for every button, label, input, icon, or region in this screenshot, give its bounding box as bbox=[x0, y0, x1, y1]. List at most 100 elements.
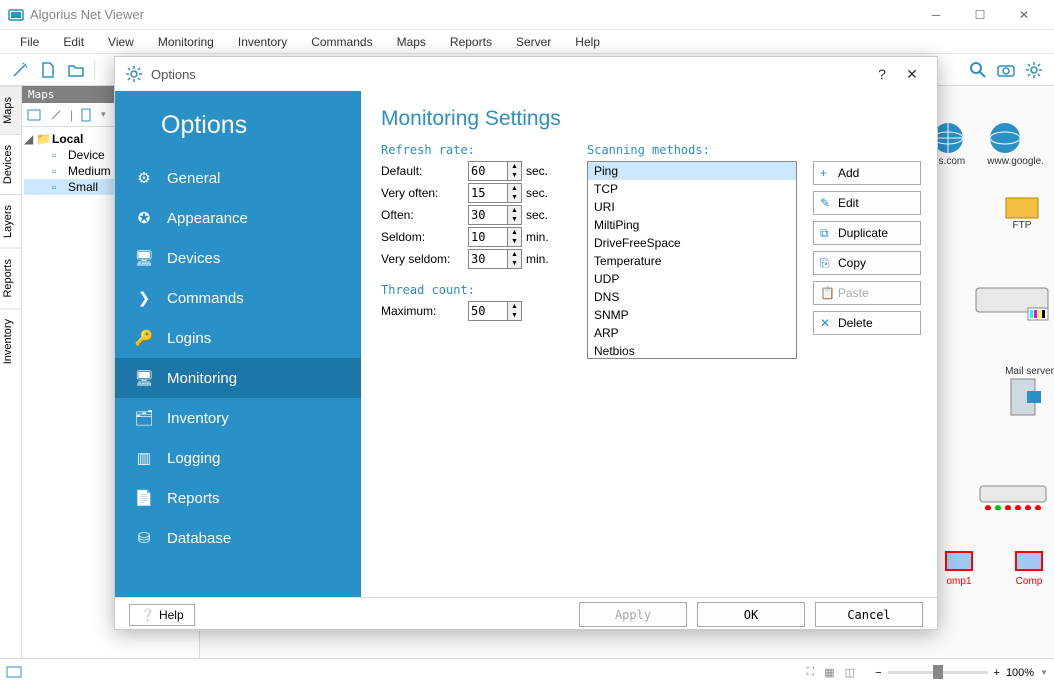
dialog-close-button[interactable]: ✕ bbox=[897, 66, 927, 83]
separator bbox=[94, 60, 95, 80]
list-item[interactable]: Ping bbox=[588, 162, 796, 180]
list-item[interactable]: URI bbox=[588, 198, 796, 216]
gear-icon bbox=[125, 65, 143, 83]
list-item[interactable]: DNS bbox=[588, 288, 796, 306]
list-item[interactable]: UDP bbox=[588, 270, 796, 288]
list-item[interactable]: SNMP bbox=[588, 306, 796, 324]
link-icon[interactable] bbox=[48, 107, 64, 123]
spin-down-icon[interactable]: ▼ bbox=[508, 311, 521, 320]
list-item[interactable]: TCP bbox=[588, 180, 796, 198]
spinner-input[interactable] bbox=[469, 228, 507, 246]
side-tab-reports[interactable]: Reports bbox=[0, 248, 21, 308]
edit-button[interactable]: ✎Edit bbox=[813, 191, 921, 215]
paste-button[interactable]: 📋Paste bbox=[813, 281, 921, 305]
list-item[interactable]: DriveFreeSpace bbox=[588, 234, 796, 252]
gear-icon[interactable] bbox=[1020, 56, 1048, 84]
menu-maps[interactable]: Maps bbox=[385, 33, 438, 51]
list-item[interactable]: ARP bbox=[588, 324, 796, 342]
menu-view[interactable]: View bbox=[96, 33, 146, 51]
menu-inventory[interactable]: Inventory bbox=[226, 33, 299, 51]
side-tab-devices[interactable]: Devices bbox=[0, 134, 21, 194]
menu-server[interactable]: Server bbox=[504, 33, 563, 51]
sidebar-item-appearance[interactable]: ✪Appearance bbox=[115, 198, 361, 238]
menu-file[interactable]: File bbox=[8, 33, 51, 51]
new-file-icon[interactable] bbox=[34, 56, 62, 84]
sidebar-item-logins[interactable]: 🔑Logins bbox=[115, 318, 361, 358]
side-tab-maps[interactable]: Maps bbox=[0, 86, 21, 134]
spin-down-icon[interactable]: ▼ bbox=[508, 237, 521, 246]
often-spinner[interactable]: ▲▼ bbox=[468, 205, 522, 225]
list-item[interactable]: Temperature bbox=[588, 252, 796, 270]
new-map-icon[interactable] bbox=[79, 107, 95, 123]
menu-commands[interactable]: Commands bbox=[299, 33, 384, 51]
delete-button[interactable]: ✕Delete bbox=[813, 311, 921, 335]
sidebar-item-logging[interactable]: ▥Logging bbox=[115, 438, 361, 478]
side-tab-layers[interactable]: Layers bbox=[0, 194, 21, 248]
spin-up-icon[interactable]: ▲ bbox=[508, 206, 521, 215]
list-item[interactable]: MiltiPing bbox=[588, 216, 796, 234]
sidebar-item-monitoring[interactable]: 🖥Monitoring bbox=[115, 358, 361, 398]
ok-button[interactable]: OK bbox=[697, 602, 805, 627]
spinner-input[interactable] bbox=[469, 206, 507, 224]
zoom-out-button[interactable]: − bbox=[875, 667, 881, 679]
camera-icon[interactable] bbox=[992, 56, 1020, 84]
spin-down-icon[interactable]: ▼ bbox=[508, 259, 521, 268]
wand-icon[interactable] bbox=[6, 56, 34, 84]
sidebar-item-reports[interactable]: 📄Reports bbox=[115, 478, 361, 518]
zoom-in-button[interactable]: + bbox=[994, 667, 1000, 679]
very-seldom-spinner[interactable]: ▲▼ bbox=[468, 249, 522, 269]
collapse-icon[interactable]: ◢ bbox=[24, 132, 36, 146]
zoom-dropdown-icon[interactable]: ▼ bbox=[1040, 668, 1048, 677]
copy-button[interactable]: ⎘Copy bbox=[813, 251, 921, 275]
sidebar-item-label: Logging bbox=[167, 450, 220, 467]
very-often-spinner[interactable]: ▲▼ bbox=[468, 183, 522, 203]
spin-up-icon[interactable]: ▲ bbox=[508, 162, 521, 171]
maximize-button[interactable]: ☐ bbox=[958, 0, 1002, 30]
map-icon[interactable] bbox=[26, 107, 42, 123]
sidebar-item-devices[interactable]: 🖥Devices bbox=[115, 238, 361, 278]
add-button[interactable]: +Add bbox=[813, 161, 921, 185]
dialog-help-button[interactable]: ? bbox=[867, 66, 897, 82]
seldom-spinner[interactable]: ▲▼ bbox=[468, 227, 522, 247]
zoom-slider[interactable] bbox=[888, 671, 988, 674]
layout-icon[interactable]: ◫ bbox=[845, 666, 855, 679]
spinner-input[interactable] bbox=[469, 184, 507, 202]
grid-icon[interactable]: ▦ bbox=[824, 666, 834, 679]
cancel-button[interactable]: Cancel bbox=[815, 602, 923, 627]
close-button[interactable]: ✕ bbox=[1002, 0, 1046, 30]
sidebar-item-label: General bbox=[167, 170, 220, 187]
spinner-input[interactable] bbox=[469, 162, 507, 180]
default-spinner[interactable]: ▲▼ bbox=[468, 161, 522, 181]
side-tab-inventory[interactable]: Inventory bbox=[0, 308, 21, 374]
spin-up-icon[interactable]: ▲ bbox=[508, 184, 521, 193]
button-label: Add bbox=[838, 166, 859, 180]
spinner-input[interactable] bbox=[469, 250, 507, 268]
menu-reports[interactable]: Reports bbox=[438, 33, 504, 51]
spin-up-icon[interactable]: ▲ bbox=[508, 302, 521, 311]
list-item[interactable]: Netbios bbox=[588, 342, 796, 359]
help-button[interactable]: ❔Help bbox=[129, 604, 195, 626]
menu-help[interactable]: Help bbox=[563, 33, 612, 51]
menu-edit[interactable]: Edit bbox=[51, 33, 96, 51]
sidebar-item-commands[interactable]: ❯Commands bbox=[115, 278, 361, 318]
dialog-title: Options bbox=[151, 67, 196, 82]
sidebar-item-inventory[interactable]: 🗂Inventory bbox=[115, 398, 361, 438]
dropdown-icon[interactable]: ▾ bbox=[101, 109, 106, 120]
spin-down-icon[interactable]: ▼ bbox=[508, 215, 521, 224]
open-folder-icon[interactable] bbox=[62, 56, 90, 84]
apply-button[interactable]: Apply bbox=[579, 602, 687, 627]
spin-up-icon[interactable]: ▲ bbox=[508, 228, 521, 237]
spin-down-icon[interactable]: ▼ bbox=[508, 171, 521, 180]
scanning-methods-list[interactable]: Ping TCP URI MiltiPing DriveFreeSpace Te… bbox=[587, 161, 797, 359]
sidebar-item-general[interactable]: ⚙General bbox=[115, 158, 361, 198]
maximum-spinner[interactable]: ▲▼ bbox=[468, 301, 522, 321]
fit-icon[interactable]: ⛶ bbox=[807, 666, 815, 679]
minimize-button[interactable]: ─ bbox=[914, 0, 958, 30]
duplicate-button[interactable]: ⧉Duplicate bbox=[813, 221, 921, 245]
spin-down-icon[interactable]: ▼ bbox=[508, 193, 521, 202]
search-icon[interactable] bbox=[964, 56, 992, 84]
menu-monitoring[interactable]: Monitoring bbox=[146, 33, 226, 51]
sidebar-item-database[interactable]: ⛁Database bbox=[115, 518, 361, 558]
spin-up-icon[interactable]: ▲ bbox=[508, 250, 521, 259]
spinner-input[interactable] bbox=[469, 302, 507, 320]
